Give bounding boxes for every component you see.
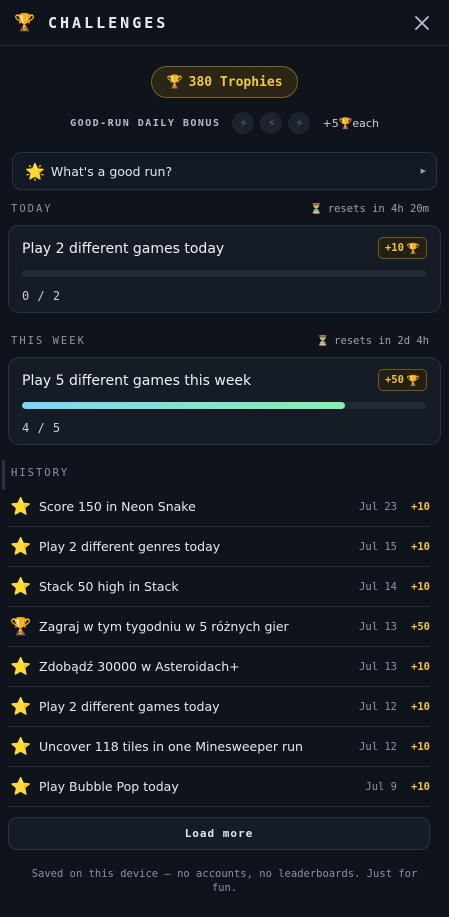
challenge-title: Play 2 different games today bbox=[22, 241, 225, 257]
trophy-total-pill: 🏆 380 Trophies bbox=[151, 66, 298, 98]
history-points: +10 bbox=[411, 660, 430, 673]
trophy-icon: 🏆 bbox=[406, 374, 420, 387]
history-points: +10 bbox=[411, 780, 430, 793]
trophy-icon: 🏆 bbox=[10, 616, 32, 637]
history-title: Uncover 118 tiles in one Minesweeper run bbox=[39, 739, 303, 754]
caret-right-icon: ▶ bbox=[420, 167, 426, 175]
load-more-button[interactable]: Load more bbox=[8, 817, 430, 850]
star-icon: ⭐ bbox=[10, 696, 32, 717]
today-reset-label: resets in 4h 20m bbox=[327, 203, 429, 215]
panel-header: 🏆 CHALLENGES bbox=[0, 0, 449, 46]
reward-badge: +50 🏆 bbox=[377, 369, 427, 391]
star-icon: ⭐ bbox=[10, 776, 32, 797]
daily-bonus-reward: +5🏆each bbox=[322, 117, 378, 130]
week-challenge-card: Play 5 different games this week +50 🏆 4 … bbox=[8, 357, 441, 445]
footer-note: Saved on this device — no accounts, no l… bbox=[31, 868, 418, 894]
history-points: +10 bbox=[411, 700, 430, 713]
challenge-title: Play 5 different games this week bbox=[22, 373, 252, 389]
history-row: ⭐ Uncover 118 tiles in one Minesweeper r… bbox=[8, 727, 430, 767]
star-icon: ⭐ bbox=[10, 656, 32, 677]
history-row: ⭐ Play Bubble Pop today Jul 9 +10 bbox=[8, 767, 430, 807]
today-challenge-card: Play 2 different games today +10 🏆 0 / 2 bbox=[8, 225, 441, 313]
history-row: 🏆 Zagraj w tym tygodniu w 5 różnych gier… bbox=[8, 607, 430, 647]
history-title: Zagraj w tym tygodniu w 5 różnych gier bbox=[39, 619, 289, 634]
week-reset: ⏳ resets in 2d 4h bbox=[317, 335, 429, 347]
hourglass-icon: ⏳ bbox=[316, 336, 330, 347]
reward-badge: +10 🏆 bbox=[377, 237, 427, 259]
trophy-icon: 🏆 bbox=[14, 12, 36, 33]
history-points: +10 bbox=[411, 580, 430, 593]
history-date: Jul 9 bbox=[365, 780, 397, 793]
good-run-disclosure[interactable]: 🌟 What's a good run? ▶ bbox=[12, 152, 437, 190]
bolt-icon: ⚡ bbox=[260, 112, 283, 134]
today-reset: ⏳ resets in 4h 20m bbox=[310, 203, 429, 215]
hourglass-icon: ⏳ bbox=[310, 204, 323, 215]
history-points: +10 bbox=[411, 540, 430, 553]
good-run-label: What's a good run? bbox=[50, 163, 173, 179]
history-row: ⭐ Play 2 different games today Jul 12 +1… bbox=[8, 687, 430, 727]
trophy-total-wrap: 🏆 380 Trophies bbox=[0, 66, 449, 98]
reward-value: +50 bbox=[384, 374, 404, 386]
week-reset-label: resets in 2d 4h bbox=[334, 335, 429, 347]
history-date: Jul 12 bbox=[359, 700, 397, 713]
history-title: Zdobądź 30000 w Asteroidach+ bbox=[39, 659, 240, 674]
history-row: ⭐ Zdobądź 30000 w Asteroidach+ Jul 13 +1… bbox=[8, 647, 430, 687]
history-title: Score 150 in Neon Snake bbox=[39, 499, 196, 514]
history-row: ⭐ Play 2 different genres today Jul 15 +… bbox=[8, 527, 430, 567]
reward-amount: +5 bbox=[322, 116, 339, 130]
history-points: +10 bbox=[411, 500, 430, 513]
history-title: Play 2 different games today bbox=[39, 699, 220, 714]
progress-bar bbox=[22, 270, 426, 277]
reward-value: +10 bbox=[384, 242, 404, 254]
star-icon: ⭐ bbox=[10, 576, 32, 597]
history-date: Jul 13 bbox=[359, 660, 397, 673]
week-section-header: THIS WEEK ⏳ resets in 2d 4h bbox=[0, 334, 449, 348]
history-date: Jul 15 bbox=[359, 540, 397, 553]
history-title: Stack 50 high in Stack bbox=[39, 579, 179, 594]
daily-bonus: GOOD-RUN DAILY BONUS ⚡ ⚡ ⚡ +5🏆each bbox=[0, 112, 449, 134]
history-date: Jul 13 bbox=[359, 620, 397, 633]
today-section-header: TODAY ⏳ resets in 4h 20m bbox=[0, 202, 449, 216]
history-date: Jul 14 bbox=[359, 580, 397, 593]
progress-bar bbox=[22, 402, 426, 409]
history-row: ⭐ Stack 50 high in Stack Jul 14 +10 bbox=[8, 567, 430, 607]
history-date: Jul 23 bbox=[359, 500, 397, 513]
bolt-icon: ⚡ bbox=[232, 112, 255, 134]
history-date: Jul 12 bbox=[359, 740, 397, 753]
star-icon: ⭐ bbox=[10, 736, 32, 757]
star-icon: ⭐ bbox=[10, 496, 32, 517]
panel-title: CHALLENGES bbox=[48, 13, 169, 32]
progress-count: 4 / 5 bbox=[22, 421, 61, 435]
progress-count: 0 / 2 bbox=[22, 289, 61, 303]
trophy-icon: 🏆 bbox=[406, 242, 420, 255]
history-list: ⭐ Score 150 in Neon Snake Jul 23 +10 ⭐ P… bbox=[8, 487, 430, 807]
close-icon[interactable] bbox=[409, 10, 435, 36]
history-points: +10 bbox=[411, 740, 430, 753]
history-row: ⭐ Score 150 in Neon Snake Jul 23 +10 bbox=[8, 487, 430, 527]
history-title: Play 2 different genres today bbox=[39, 539, 221, 554]
bolt-icon: ⚡ bbox=[288, 112, 311, 134]
progress-fill bbox=[22, 402, 346, 409]
today-section-label: TODAY bbox=[11, 203, 53, 215]
history-points: +50 bbox=[411, 620, 430, 633]
history-section-label: HISTORY bbox=[0, 460, 449, 490]
reward-suffix: each bbox=[352, 116, 379, 130]
history-title: Play Bubble Pop today bbox=[39, 779, 179, 794]
trophy-total-label: 380 Trophies bbox=[188, 74, 283, 90]
daily-bonus-label: GOOD-RUN DAILY BONUS bbox=[70, 117, 221, 129]
trophy-icon: 🏆 bbox=[338, 116, 353, 130]
sparkle-star-icon: 🌟 bbox=[25, 161, 45, 181]
week-section-label: THIS WEEK bbox=[11, 335, 86, 347]
star-icon: ⭐ bbox=[10, 536, 32, 557]
trophy-icon: 🏆 bbox=[166, 74, 183, 90]
